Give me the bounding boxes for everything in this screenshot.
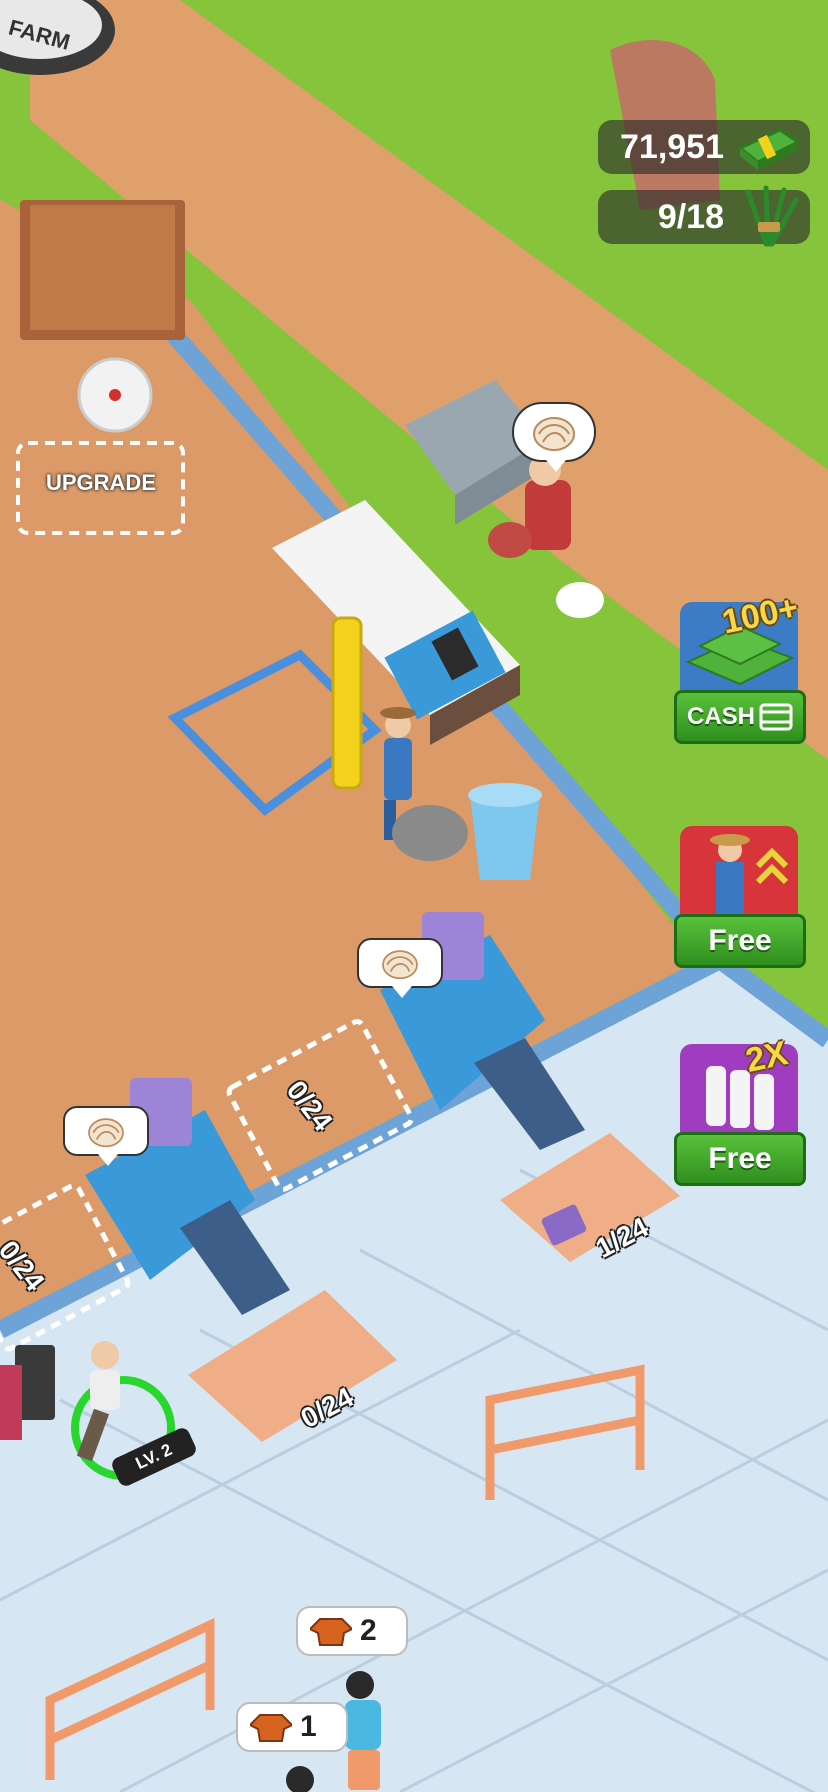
cash-button-label: CASH [687, 703, 756, 730]
wool-bubble-middle [357, 938, 443, 998]
gate-barrier [0, 1365, 22, 1440]
wool-ball-icon [533, 417, 575, 451]
customer-order-2: 1 [236, 1702, 348, 1752]
order-2-count: 1 [300, 1710, 317, 1743]
recycle-bin [468, 783, 542, 880]
customer-order-1: 2 [296, 1606, 408, 1656]
video-ad-icon [759, 703, 793, 731]
hire-worker-label[interactable]: Free [674, 914, 806, 968]
trash-can [392, 805, 468, 861]
grass-counter: 9/18 [598, 185, 810, 247]
wool-request-bubble [512, 402, 596, 472]
grass-value: 9/18 [657, 197, 724, 236]
cash-button-label-box[interactable]: CASH [674, 690, 806, 744]
hire-worker-button[interactable]: Free [674, 826, 806, 968]
milk-boost-label[interactable]: Free [674, 1132, 806, 1186]
worker-upgrade-icon [680, 826, 798, 914]
upgrade-label[interactable]: UPGRADE [26, 470, 176, 496]
sweater-icon [310, 1618, 352, 1646]
money-value: 71,951 [620, 127, 724, 166]
wool-bubble-left [63, 1106, 149, 1166]
grass-bundle-icon [745, 185, 799, 247]
wool-ball-icon [88, 1118, 124, 1148]
wool-ball-icon [382, 950, 418, 980]
corn-stack [331, 616, 363, 790]
money-counter: 71,951 [598, 120, 810, 174]
cash-stack-icon [737, 128, 801, 170]
sweater-icon [250, 1714, 292, 1742]
milk-boost-button[interactable]: 2X Free [674, 1034, 806, 1186]
cash-reward-button[interactable]: 100+ CASH [674, 588, 806, 744]
order-1-count: 2 [360, 1614, 377, 1647]
